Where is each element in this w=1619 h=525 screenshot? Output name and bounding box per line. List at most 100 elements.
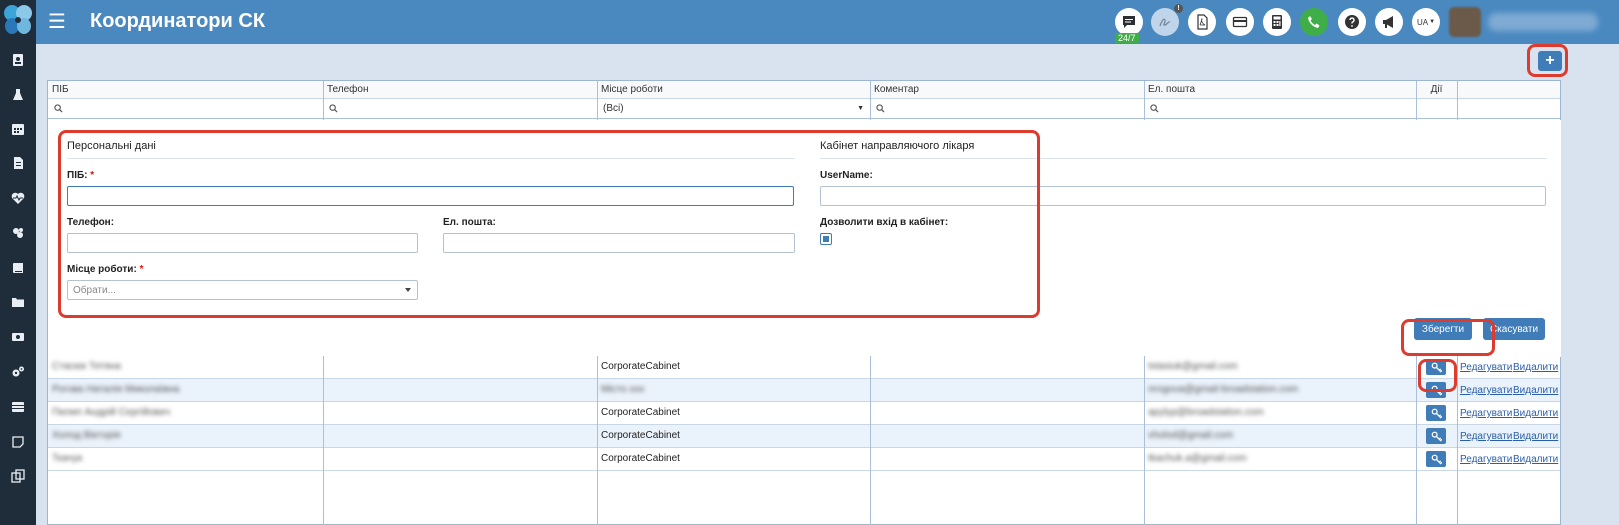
column-divider [1457, 81, 1458, 120]
column-divider [1144, 81, 1145, 120]
announcement-icon[interactable] [1375, 8, 1403, 36]
workplace-placeholder: Обрати... [73, 285, 116, 296]
email-input[interactable] [443, 233, 795, 253]
list-icon[interactable] [9, 399, 27, 415]
bacteria-icon[interactable] [9, 225, 27, 241]
delete-link[interactable]: Видалити [1513, 431, 1558, 442]
column-divider [870, 356, 871, 525]
workplace-label-text: Місце роботи: [67, 264, 137, 275]
table-row[interactable]: Ткачук CorporateCabinet tkachuk.a@gmail.… [48, 448, 1560, 471]
table-row[interactable]: Пилип Андрій Сергійович CorporateCabinet… [48, 402, 1560, 425]
signature-icon[interactable] [1151, 8, 1179, 36]
column-divider [870, 81, 871, 120]
username-input[interactable] [820, 186, 1546, 206]
filter-comment[interactable] [870, 99, 1144, 119]
email-label: Ел. пошта: [443, 217, 496, 228]
delete-link[interactable]: Видалити [1513, 362, 1558, 373]
search-icon [1150, 104, 1159, 113]
pib-label-text: ПІБ: [67, 170, 88, 181]
column-header-comment[interactable]: Коментар [870, 81, 1144, 99]
required-mark: * [139, 264, 144, 275]
avatar[interactable] [1449, 7, 1481, 37]
contact-card-icon[interactable] [9, 52, 27, 68]
key-icon [1431, 362, 1442, 373]
column-header-phone[interactable]: Телефон [323, 81, 597, 99]
key-button[interactable] [1426, 382, 1446, 398]
calendar-icon[interactable] [9, 121, 27, 137]
table-row[interactable]: Рогова Наталія Миколаївна Місто ххх nrog… [48, 379, 1560, 402]
menu-toggle-icon[interactable]: ☰ [48, 11, 66, 31]
delete-link[interactable]: Видалити [1513, 385, 1558, 396]
edit-link[interactable]: Редагувати [1460, 454, 1512, 465]
calculator-icon[interactable] [1263, 8, 1291, 36]
search-icon [329, 104, 338, 113]
cell-phone [323, 402, 597, 424]
phone-icon[interactable] [1300, 8, 1328, 36]
column-divider [323, 81, 324, 120]
money-icon[interactable] [9, 329, 27, 345]
flask-icon[interactable] [9, 87, 27, 103]
note-icon[interactable] [9, 434, 27, 450]
user-name[interactable] [1488, 13, 1598, 31]
cell-pib: Стасюк Тетяна [52, 361, 121, 372]
pdf-icon[interactable] [1188, 8, 1216, 36]
cell-phone [323, 379, 597, 401]
key-button[interactable] [1426, 451, 1446, 467]
cell-comment [870, 356, 1144, 378]
allow-login-checkbox[interactable] [820, 233, 832, 245]
language-selector[interactable]: UA ▼ [1412, 8, 1440, 36]
edit-link[interactable]: Редагувати [1460, 362, 1512, 373]
workplace-select[interactable]: Обрати... [67, 280, 418, 300]
filter-workplace-select[interactable]: (Всі) ▼ [597, 99, 870, 119]
column-divider [323, 356, 324, 525]
filter-email[interactable] [1144, 99, 1416, 119]
gears-icon[interactable] [9, 364, 27, 380]
phone-input[interactable] [67, 233, 418, 253]
pib-input[interactable] [67, 186, 794, 206]
cell-email: vholod@gmail.com [1148, 430, 1234, 441]
delete-link[interactable]: Видалити [1513, 408, 1558, 419]
column-divider [1416, 356, 1417, 525]
support-badge: 24/7 [1115, 33, 1139, 43]
edit-link[interactable]: Редагувати [1460, 431, 1512, 442]
search-icon [876, 104, 885, 113]
table-row[interactable]: Стасюк Тетяна CorporateCabinet tstasiuk@… [48, 356, 1560, 379]
table-row[interactable]: Холод Вікторія CorporateCabinet vholod@g… [48, 425, 1560, 448]
cabinet-title: Кабінет направляючого лікаря [820, 140, 975, 152]
edit-link[interactable]: Редагувати [1460, 408, 1512, 419]
key-button[interactable] [1426, 428, 1446, 444]
save-button[interactable]: Зберегти [1414, 318, 1472, 340]
page-title: Координатори СК [90, 10, 266, 32]
app-logo[interactable] [2, 3, 34, 37]
key-button[interactable] [1426, 359, 1446, 375]
book-icon[interactable] [9, 260, 27, 276]
filter-pib[interactable] [48, 99, 323, 119]
payment-card-icon[interactable] [1226, 8, 1254, 36]
help-icon[interactable] [1338, 8, 1366, 36]
cell-workplace: CorporateCabinet [601, 430, 680, 441]
delete-link[interactable]: Видалити [1513, 454, 1558, 465]
cell-email: apylyp@broadstation.com [1148, 407, 1264, 418]
chat-icon[interactable] [1115, 8, 1143, 36]
heartbeat-icon[interactable] [9, 190, 27, 206]
cell-comment [870, 402, 1144, 424]
cell-comment [870, 379, 1144, 401]
add-button[interactable]: + [1538, 51, 1562, 71]
edit-link[interactable]: Редагувати [1460, 385, 1512, 396]
cell-phone [323, 425, 597, 447]
cell-phone [323, 448, 597, 470]
column-header-email[interactable]: Ел. пошта [1144, 81, 1416, 99]
caret-down-icon [405, 288, 411, 292]
folder-icon[interactable] [9, 294, 27, 310]
copy-icon[interactable] [9, 468, 27, 484]
plus-icon: + [1545, 52, 1555, 69]
filter-phone[interactable] [323, 99, 597, 119]
column-header-workplace[interactable]: Місце роботи [597, 81, 870, 99]
column-header-pib[interactable]: ПІБ [48, 81, 323, 99]
left-sidebar [0, 0, 36, 525]
key-button[interactable] [1426, 405, 1446, 421]
cancel-button[interactable]: Скасувати [1483, 318, 1545, 340]
document-icon[interactable] [9, 155, 27, 171]
cell-pib: Рогова Наталія Миколаївна [52, 384, 180, 395]
cell-email: nrogova@gmail-broadstation.com [1148, 384, 1299, 395]
